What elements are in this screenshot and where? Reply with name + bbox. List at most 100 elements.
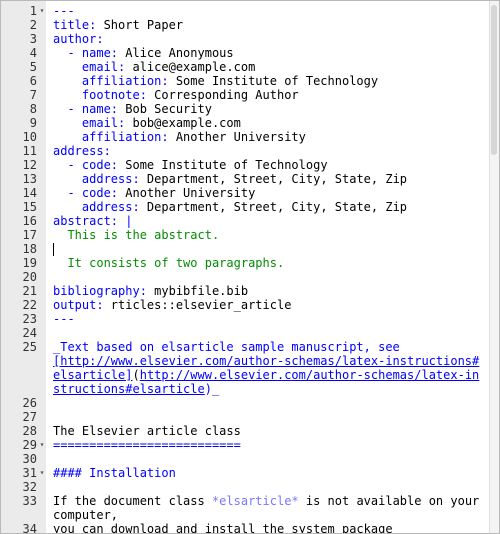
code-line[interactable]: 12 - code: Some Institute of Technology [1, 158, 492, 172]
code-line[interactable]: 19 It consists of two paragraphs. [1, 256, 492, 270]
line-content: This is the abstract. [53, 228, 219, 242]
code-token: email: [53, 116, 126, 130]
code-line[interactable]: computer, [1, 508, 492, 522]
code-token: --- [53, 312, 75, 326]
line-number: 23 [22, 312, 37, 326]
code-line[interactable]: 20 [1, 270, 492, 284]
code-line[interactable]: 10 affiliation: Another University [1, 130, 492, 144]
code-line[interactable]: 13 address: Department, Street, City, St… [1, 172, 492, 186]
line-content: It consists of two paragraphs. [53, 256, 284, 270]
line-number: 19 [22, 256, 37, 270]
line-number: 21 [22, 284, 37, 298]
line-number: 4 [29, 46, 37, 60]
scrollbar-thumb[interactable] [491, 5, 497, 155]
line-number: 14 [22, 186, 37, 200]
code-line[interactable]: 15 address: Department, Street, City, St… [1, 200, 492, 214]
code-line[interactable]: 8 - name: Bob Security [1, 102, 492, 116]
code-line[interactable]: 17 This is the abstract. [1, 228, 492, 242]
line-content: ========================== [53, 438, 241, 452]
code-line[interactable]: elsarticle](http://www.elsevier.com/auth… [1, 368, 492, 382]
line-content: bibliography: mybibfile.bib [53, 284, 248, 298]
code-editor[interactable]: 1 ▾ --- 2 title: Short Paper 3 author: 4 - name… [0, 0, 500, 534]
fold-arrow-icon[interactable]: ▾ [38, 438, 46, 452]
code-token: is not available on your [298, 494, 480, 508]
code-token: structions#elsarticle [53, 382, 205, 396]
code-line[interactable]: 16 abstract: | [1, 214, 492, 228]
line-content: affiliation: Some Institute of Technolog… [53, 74, 378, 88]
code-line[interactable]: 23 --- [1, 312, 492, 326]
code-token: computer, [53, 508, 119, 522]
code-line[interactable]: 28 The Elsevier article class [1, 424, 492, 438]
code-line[interactable]: 7 footnote: Corresponding Author [1, 88, 492, 102]
line-content: output: rticles::elsevier_article [53, 298, 291, 312]
line-number: 12 [22, 158, 37, 172]
code-line[interactable]: [http://www.elsevier.com/author-schemas/… [1, 354, 492, 368]
code-line[interactable]: 9 email: bob@example.com [1, 116, 492, 130]
code-token: alice@example.com [125, 60, 256, 74]
code-token: Some Institute of Technology [168, 74, 379, 88]
line-content: - code: Some Institute of Technology [53, 158, 327, 172]
line-number: 25 [22, 340, 37, 354]
line-content: abstract: | [53, 214, 132, 228]
line-number: 15 [22, 200, 37, 214]
line-content: address: Department, Street, City, State… [53, 200, 407, 214]
line-content: - name: Alice Anonymous [53, 46, 233, 60]
line-content: affiliation: Another University [53, 130, 306, 144]
line-number: 33 [22, 494, 37, 508]
code-line[interactable]: 11 address: [1, 144, 492, 158]
code-token: _Text based on elsarticle sample manuscr… [53, 340, 400, 354]
code-token: bob@example.com [125, 116, 241, 130]
code-line[interactable]: 32 [1, 480, 492, 494]
code-line[interactable]: 14 - code: Another University [1, 186, 492, 200]
code-token: If the document class [53, 494, 212, 508]
line-content [53, 242, 54, 256]
line-content: title: Short Paper [53, 18, 183, 32]
code-token: bibliography: [53, 284, 147, 298]
line-content: address: [53, 144, 111, 158]
code-line[interactable]: 1 ▾ --- [1, 4, 492, 18]
code-line[interactable]: 31 ▾ #### Installation [1, 466, 492, 480]
code-token: #### Installation [53, 466, 176, 480]
code-line[interactable]: 3 author: [1, 32, 492, 46]
line-number: 10 [22, 130, 37, 144]
line-content: structions#elsarticle)_ [53, 382, 219, 396]
line-content: If the document class *elsarticle* is no… [53, 494, 479, 508]
code-line[interactable]: 26 [1, 396, 492, 410]
line-number: 1 [29, 4, 37, 18]
code-line[interactable]: 21 bibliography: mybibfile.bib [1, 284, 492, 298]
code-token: )_ [204, 382, 220, 396]
fold-arrow-icon[interactable]: ▾ [38, 466, 46, 480]
code-line[interactable]: 4 - name: Alice Anonymous [1, 46, 492, 60]
line-content: --- [53, 312, 75, 326]
code-line[interactable]: 18 [1, 242, 492, 256]
code-line[interactable]: 30 [1, 452, 492, 466]
code-line[interactable]: 27 [1, 410, 492, 424]
code-token: affiliation: [53, 74, 169, 88]
line-number: 17 [22, 228, 37, 242]
code-line[interactable]: 33 If the document class *elsarticle* is … [1, 494, 492, 508]
code-line[interactable]: 34 you can download and install the syste… [1, 522, 492, 534]
fold-arrow-icon[interactable]: ▾ [38, 4, 46, 18]
code-line[interactable]: 24 [1, 326, 492, 340]
editor-lines[interactable]: 1 ▾ --- 2 title: Short Paper 3 author: 4 - name… [1, 4, 492, 534]
code-line[interactable]: structions#elsarticle)_ [1, 382, 492, 396]
code-token: Corresponding Author [146, 88, 299, 102]
vertical-scrollbar[interactable] [489, 1, 499, 533]
code-token: Department, Street, City, State, Zip [139, 172, 408, 186]
code-line[interactable]: 6 affiliation: Some Institute of Technol… [1, 74, 492, 88]
code-token: ========================== [53, 438, 241, 452]
line-number: 22 [22, 298, 37, 312]
code-token: output: [53, 298, 104, 312]
line-number: 16 [22, 214, 37, 228]
code-token: Bob Security [118, 102, 212, 116]
code-line[interactable]: 29 ▾ ========================== [1, 438, 492, 452]
line-content: elsarticle](http://www.elsevier.com/auth… [53, 368, 479, 382]
code-line[interactable]: 25 _Text based on elsarticle sample manus… [1, 340, 492, 354]
code-line[interactable]: 5 email: alice@example.com [1, 60, 492, 74]
code-token: footnote: [53, 88, 147, 102]
code-line[interactable]: 22 output: rticles::elsevier_article [1, 298, 492, 312]
code-line[interactable]: 2 title: Short Paper [1, 18, 492, 32]
code-token: title: [53, 18, 97, 32]
code-token: you can download and install the system … [53, 522, 393, 534]
line-number: 34 [22, 522, 37, 534]
